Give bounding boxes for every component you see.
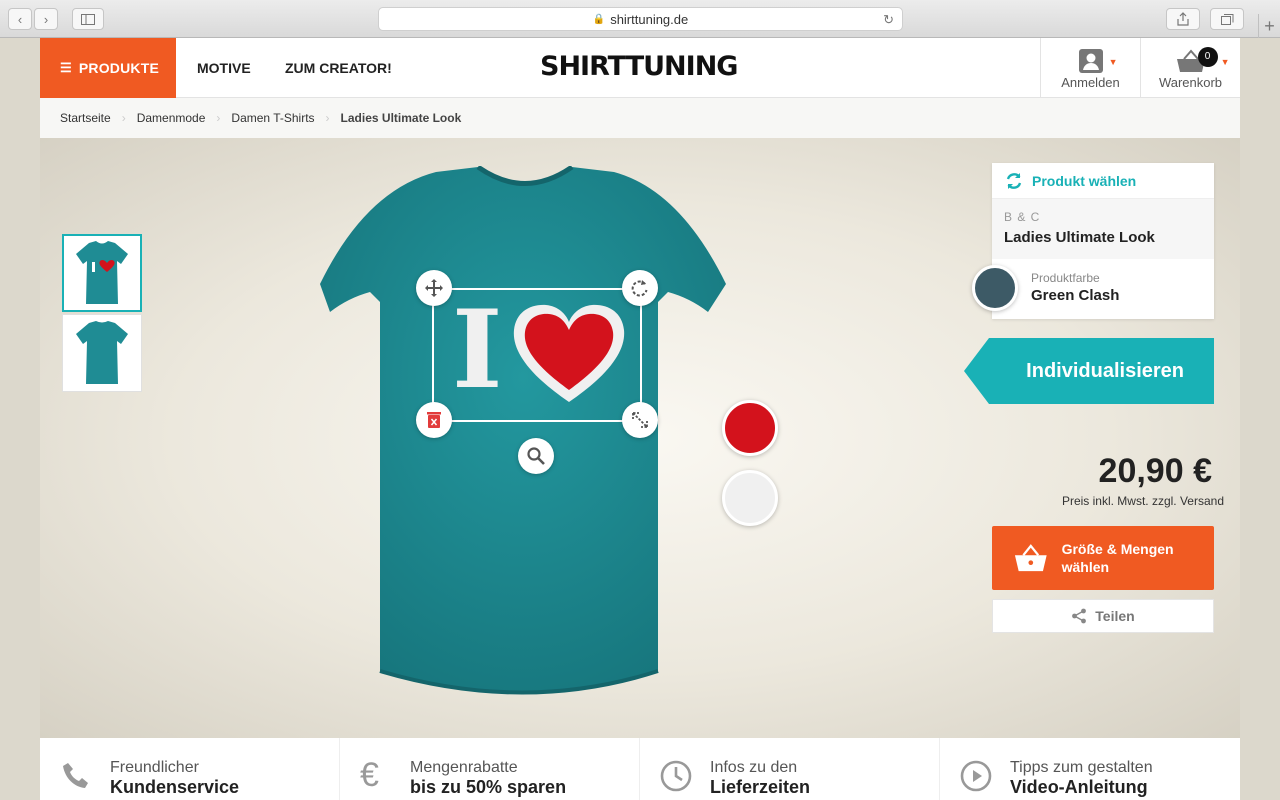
euro-icon: € <box>360 756 379 794</box>
product-panel: Produkt wählen B & C Ladies Ultimate Loo… <box>972 163 1214 319</box>
address-bar[interactable]: 🔒 shirttuning.de ↻ <box>378 7 903 31</box>
price-note: Preis inkl. Mwst. zzgl. Versand <box>1061 494 1224 508</box>
chevron-down-icon: ▼ <box>1108 56 1118 67</box>
size-quantity-label: Größe & Mengen wählen <box>1061 541 1174 575</box>
menu-icon: ☰ <box>60 60 72 75</box>
share-button[interactable]: Teilen <box>992 599 1214 633</box>
play-icon <box>960 760 992 792</box>
login-button[interactable]: ▼ Anmelden <box>1040 38 1140 98</box>
customize-button[interactable]: Individualisieren <box>964 338 1214 404</box>
breadcrumb-item[interactable]: Damen T-Shirts <box>231 111 314 125</box>
breadcrumb-item[interactable]: Damenmode <box>137 111 206 125</box>
chevron-right-icon: › <box>121 111 126 125</box>
rotate-icon <box>631 280 648 297</box>
tshirt-front-thumbnail <box>76 241 128 304</box>
breadcrumb-item[interactable]: Startseite <box>60 111 111 125</box>
move-icon <box>425 279 443 297</box>
tshirt-back-thumbnail <box>76 321 128 384</box>
browser-toolbar: ‹ › 🔒 shirttuning.de ↻ + <box>0 0 1280 38</box>
feature-line2: Kundenservice <box>110 777 240 797</box>
feature-line1: Tipps zum gestalten <box>1010 759 1153 776</box>
design-color-red[interactable] <box>722 400 778 456</box>
login-label: Anmelden <box>1061 74 1120 90</box>
feature-line2: bis zu 50% sparen <box>410 777 567 797</box>
nav-creator[interactable]: ZUM CREATOR! <box>285 38 392 98</box>
breadcrumb-current: Ladies Ultimate Look <box>340 111 462 125</box>
price: 20,90 € <box>1098 452 1212 490</box>
breadcrumb: Startseite › Damenmode › Damen T-Shirts … <box>40 98 1240 138</box>
user-icon <box>1078 48 1103 73</box>
chevron-right-icon: › <box>216 111 221 125</box>
size-quantity-button[interactable]: Größe & Mengen wählen <box>992 526 1214 590</box>
rotate-handle[interactable] <box>622 270 658 306</box>
back-button[interactable]: ‹ <box>8 8 32 30</box>
zoom-button[interactable] <box>518 438 554 474</box>
brand-name: B & C <box>1004 210 1041 224</box>
product-color-value: Green Clash <box>1031 287 1120 304</box>
basket-icon <box>1014 544 1047 572</box>
refresh-icon <box>1006 172 1022 189</box>
design-color-white[interactable] <box>722 470 778 526</box>
share-label: Teilen <box>1095 608 1135 624</box>
share-icon <box>1072 608 1087 624</box>
produkte-menu-button[interactable]: ☰ PRODUKTE <box>40 38 176 98</box>
produkte-label: PRODUKTE <box>78 60 160 76</box>
product-info: B & C Ladies Ultimate Look <box>992 199 1214 259</box>
cart-label: Warenkorb <box>1158 74 1223 90</box>
tabs-icon <box>1220 14 1233 25</box>
forward-button[interactable]: › <box>34 8 58 30</box>
product-color-label: Produktfarbe <box>1031 271 1100 285</box>
product-stage: I Produkt wählen B & C Ladies Ultimate L… <box>40 138 1240 738</box>
feature-delivery[interactable]: Infos zu den Lieferzeiten <box>640 738 940 800</box>
feature-line2: Video-Anleitung <box>1010 777 1148 797</box>
cart-button[interactable]: 0 ▼ Warenkorb <box>1140 38 1240 98</box>
clock-icon <box>660 760 692 792</box>
feature-customer-service[interactable]: Freundlicher Kundenservice <box>40 738 340 800</box>
site-logo[interactable]: SHIRTTUNING <box>540 51 738 82</box>
product-color-selector[interactable]: Produktfarbe Green Clash <box>972 259 1214 319</box>
feature-discount[interactable]: € Mengenrabatte bis zu 50% sparen <box>340 738 640 800</box>
thumbnail-back[interactable] <box>62 314 142 392</box>
design-selection-box[interactable]: I <box>432 288 642 422</box>
choose-product-label: Produkt wählen <box>1032 172 1137 189</box>
tabs-button[interactable] <box>1210 8 1244 30</box>
url-text: shirttuning.de <box>610 11 689 27</box>
lock-icon: 🔒 <box>592 13 606 25</box>
product-name: Ladies Ultimate Look <box>1004 229 1155 246</box>
motif-letter-i: I <box>452 287 503 413</box>
share-up-icon <box>1177 12 1189 26</box>
chevron-right-icon: › <box>325 111 330 125</box>
sidebar-icon <box>81 13 95 25</box>
feature-line1: Mengenrabatte <box>410 759 518 776</box>
search-icon <box>527 447 545 465</box>
move-handle[interactable] <box>416 270 452 306</box>
trash-icon <box>427 412 441 428</box>
reload-icon[interactable]: ↻ <box>883 12 894 28</box>
thumbnail-front[interactable] <box>62 234 142 312</box>
features-bar: Freundlicher Kundenservice € Mengenrabat… <box>40 738 1240 800</box>
feature-video[interactable]: Tipps zum gestalten Video-Anleitung <box>940 738 1240 800</box>
scale-handle[interactable] <box>622 402 658 438</box>
share-browser-button[interactable] <box>1166 8 1200 30</box>
choose-product-button[interactable]: Produkt wählen <box>992 163 1214 199</box>
product-color-swatch[interactable] <box>972 265 1018 311</box>
nav-motive[interactable]: MOTIVE <box>197 38 251 98</box>
site-header: ☰ PRODUKTE MOTIVE ZUM CREATOR! SHIRTTUNI… <box>40 38 1240 98</box>
feature-line2: Lieferzeiten <box>710 777 811 797</box>
heart-motif <box>513 304 625 402</box>
new-tab-button[interactable]: + <box>1258 14 1280 38</box>
tshirt-preview <box>320 166 726 695</box>
feature-line1: Infos zu den <box>710 759 798 776</box>
cart-count-badge: 0 <box>1197 46 1218 67</box>
phone-icon <box>63 763 88 788</box>
sidebar-toggle-button[interactable] <box>72 8 104 30</box>
delete-handle[interactable] <box>416 402 452 438</box>
feature-line1: Freundlicher <box>110 759 199 776</box>
chevron-down-icon: ▼ <box>1220 56 1230 67</box>
resize-icon <box>632 412 648 428</box>
